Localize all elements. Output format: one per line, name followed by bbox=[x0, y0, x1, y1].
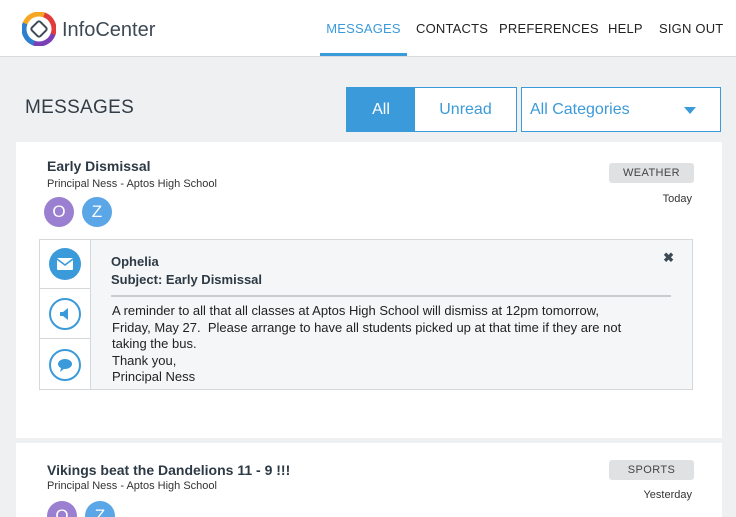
detail-body: A reminder to all that all classes at Ap… bbox=[112, 303, 682, 386]
brand-name[interactable]: InfoCenter bbox=[62, 19, 155, 42]
nav-preferences[interactable]: PREFERENCES bbox=[499, 0, 599, 56]
category-badge: SPORTS bbox=[609, 460, 694, 480]
caret-down-icon bbox=[684, 107, 696, 114]
body-line: Friday, May 27. Please arrange to have a… bbox=[112, 319, 622, 335]
top-bar: InfoCenter MESSAGES CONTACTS PREFERENCES… bbox=[0, 0, 736, 57]
nav-messages[interactable]: MESSAGES bbox=[320, 0, 407, 56]
channel-voice[interactable] bbox=[40, 290, 90, 339]
nav-sign-out[interactable]: SIGN OUT bbox=[659, 0, 723, 56]
nav-contacts[interactable]: CONTACTS bbox=[416, 0, 488, 56]
message-title[interactable]: Early Dismissal bbox=[47, 158, 151, 174]
message-sender: Principal Ness - Aptos High School bbox=[47, 480, 217, 492]
channel-email[interactable] bbox=[40, 240, 90, 289]
close-icon[interactable]: ✖ bbox=[663, 250, 674, 266]
detail-subject: Subject: Early Dismissal bbox=[111, 272, 263, 287]
channel-rail bbox=[40, 240, 91, 389]
channel-sms[interactable] bbox=[40, 340, 90, 389]
message-sender: Principal Ness - Aptos High School bbox=[47, 178, 217, 190]
recipient-avatar[interactable]: Z bbox=[82, 197, 112, 227]
recipient-avatar[interactable]: O bbox=[44, 197, 74, 227]
category-select-value: All Categories bbox=[530, 101, 630, 118]
page-title: MESSAGES bbox=[25, 97, 135, 118]
body-line: Principal Ness bbox=[112, 369, 196, 384]
recipient-avatar[interactable]: Z bbox=[85, 501, 115, 517]
message-title[interactable]: Vikings beat the Dandelions 11 - 9 !!! bbox=[47, 462, 290, 478]
message-card[interactable]: Vikings beat the Dandelions 11 - 9 !!! P… bbox=[16, 443, 722, 517]
message-date: Today bbox=[662, 193, 692, 205]
chat-bubble-icon bbox=[49, 348, 81, 381]
nav-help[interactable]: HELP bbox=[608, 0, 643, 56]
message-date: Yesterday bbox=[643, 489, 692, 501]
detail-from: Ophelia bbox=[111, 254, 159, 269]
recipient-avatar[interactable]: O bbox=[47, 501, 77, 517]
filter-unread-button[interactable]: Unread bbox=[415, 88, 516, 131]
filter-all-button[interactable]: All bbox=[347, 88, 415, 131]
infocenter-logo-icon[interactable] bbox=[22, 12, 56, 46]
divider bbox=[111, 295, 671, 297]
category-select[interactable]: All Categories bbox=[521, 87, 721, 132]
envelope-icon bbox=[49, 248, 81, 280]
body-line: A reminder to all that all classes at Ap… bbox=[112, 303, 599, 318]
body-line: Thank you, bbox=[112, 352, 177, 368]
megaphone-icon bbox=[49, 298, 81, 330]
category-badge: WEATHER bbox=[609, 163, 694, 183]
body-line: taking the bus. bbox=[112, 336, 197, 351]
message-detail-panel: Ophelia Subject: Early Dismissal ✖ A rem… bbox=[39, 239, 693, 390]
read-filter: All Unread bbox=[346, 87, 517, 132]
message-card[interactable]: Early Dismissal Principal Ness - Aptos H… bbox=[16, 142, 722, 438]
